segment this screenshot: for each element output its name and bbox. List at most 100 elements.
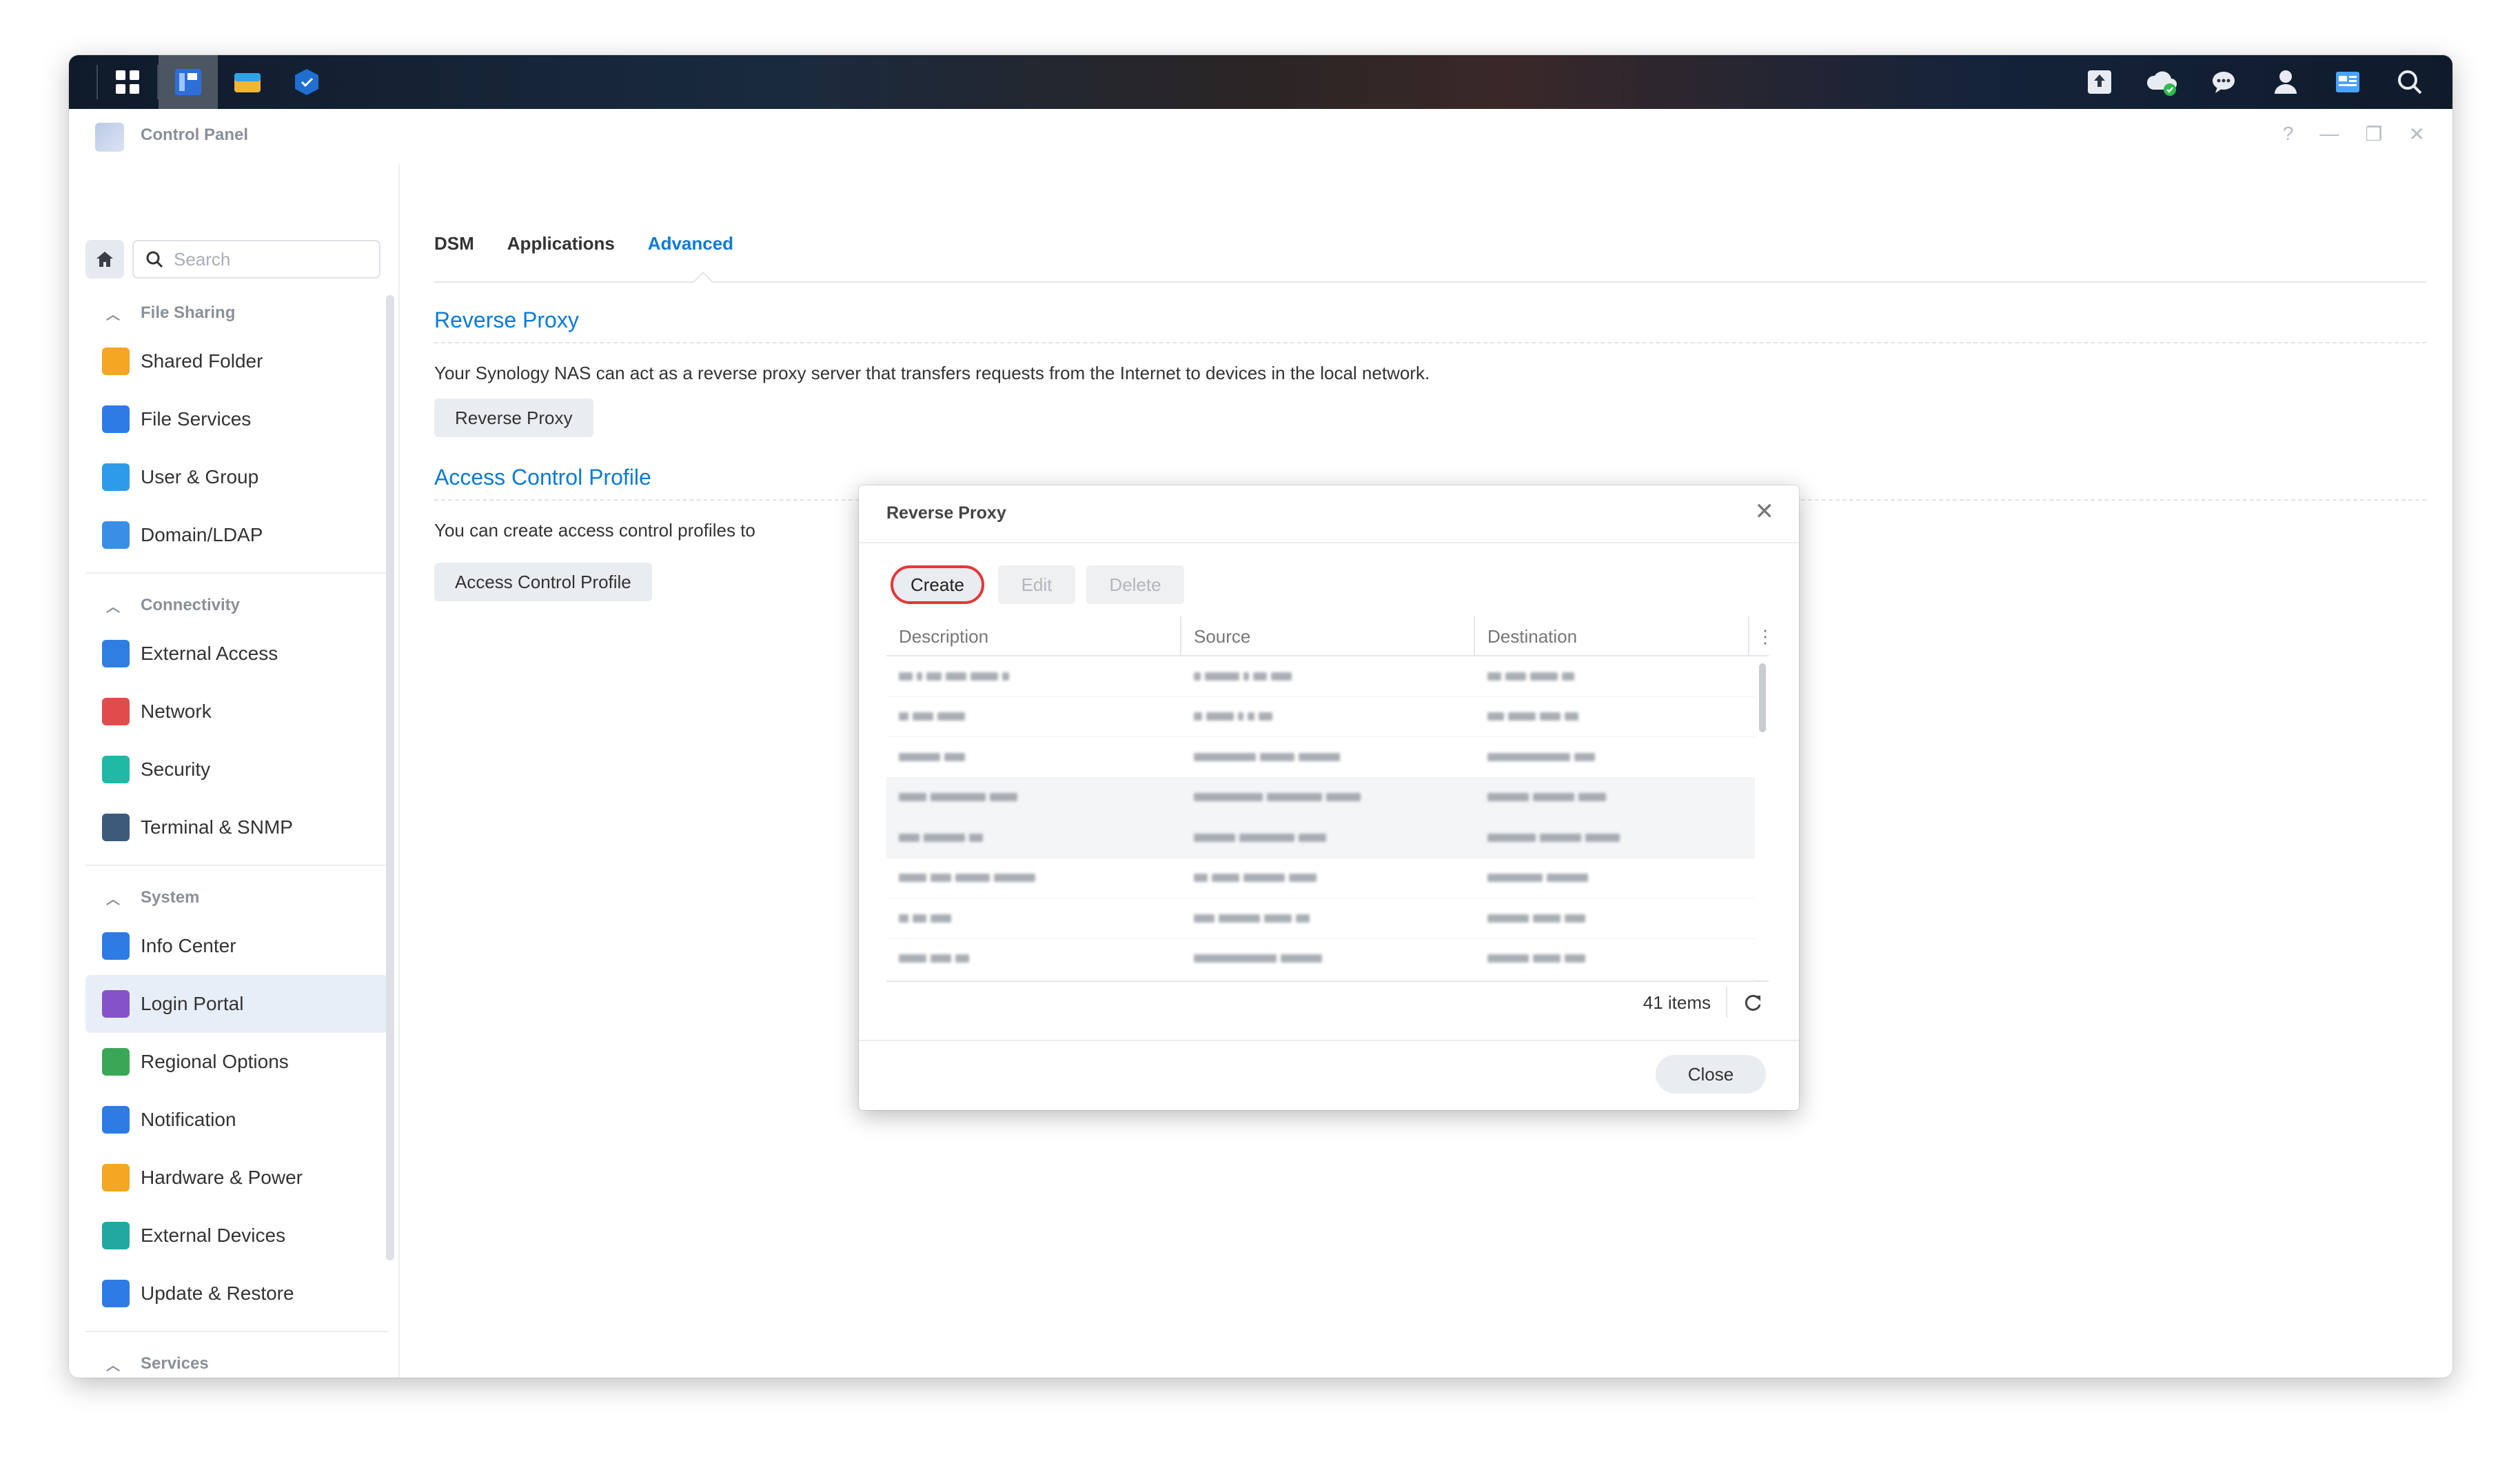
minimize-icon[interactable]: —	[2319, 123, 2339, 145]
table-row[interactable]	[886, 656, 1755, 697]
column-options-icon[interactable]: ⋮	[1748, 616, 1774, 656]
sidebar-section-header[interactable]: ︿ System	[85, 878, 389, 917]
home-button[interactable]	[85, 240, 124, 279]
table-cell-redacted	[1181, 672, 1475, 681]
table-cell-redacted	[1475, 672, 1748, 681]
sidebar-item-security[interactable]: Security	[85, 741, 389, 798]
delete-button[interactable]: Delete	[1086, 565, 1184, 604]
table-row[interactable]	[886, 818, 1755, 858]
dialog-close-icon[interactable]: ✕	[1755, 498, 1775, 525]
table-footer-divider	[886, 980, 1769, 982]
redacted-text	[899, 752, 940, 761]
sidebar-item-notification[interactable]: Notification	[85, 1091, 389, 1149]
redacted-text	[937, 712, 965, 721]
window-titlebar[interactable]: Control Panel ? — ❐ ✕	[69, 109, 2452, 164]
redacted-text	[946, 672, 966, 681]
sidebar-search[interactable]	[132, 240, 380, 279]
redacted-text	[1205, 672, 1239, 681]
control-panel-logo-icon	[95, 123, 124, 152]
table-row[interactable]	[886, 697, 1755, 737]
table-row[interactable]	[886, 858, 1755, 898]
sidebar-item-shared-folder[interactable]: Shared Folder	[85, 332, 389, 390]
restore-icon[interactable]: ❐	[2365, 123, 2382, 145]
taskbar-control-panel[interactable]	[159, 55, 218, 109]
regional-icon	[102, 1048, 130, 1076]
sidebar-section-header[interactable]: ︿ Services	[85, 1345, 389, 1378]
sidebar-item-label: Info Center	[141, 935, 236, 956]
sidebar-item-hardware-power[interactable]: Hardware & Power	[85, 1149, 389, 1207]
search-icon	[146, 251, 163, 268]
sidebar-item-external-devices[interactable]: External Devices	[85, 1207, 389, 1265]
sidebar-item-network[interactable]: Network	[85, 683, 389, 741]
sidebar-item-label: File Services	[141, 408, 252, 430]
table-cell-redacted	[886, 954, 1181, 963]
redacted-text	[1281, 954, 1322, 963]
close-window-icon[interactable]: ✕	[2409, 123, 2425, 145]
chevron-up-icon: ︿	[106, 1358, 120, 1374]
redacted-text	[1565, 954, 1585, 963]
sidebar-item-regional-options[interactable]: Regional Options	[85, 1033, 389, 1091]
search-icon[interactable]	[2388, 60, 2432, 104]
redacted-text	[1194, 914, 1215, 923]
search-input[interactable]	[174, 248, 367, 270]
create-button[interactable]: Create	[891, 565, 984, 604]
sidebar-divider	[85, 572, 389, 574]
table-cell-redacted	[886, 793, 1181, 802]
table-row[interactable]	[886, 898, 1755, 939]
taskbar-security-advisor[interactable]	[277, 55, 336, 109]
main-menu-button[interactable]	[98, 55, 157, 109]
table-cell-redacted	[1181, 712, 1475, 721]
dialog-header-divider	[859, 542, 1799, 543]
sidebar-item-domain-ldap[interactable]: Domain/LDAP	[85, 506, 389, 564]
domain-icon	[102, 521, 130, 549]
widgets-icon[interactable]	[2326, 60, 2370, 104]
sidebar-item-login-portal[interactable]: Login Portal	[85, 975, 389, 1033]
sidebar-item-label: User & Group	[141, 466, 259, 487]
shield-icon	[102, 756, 130, 783]
cloud-sync-icon[interactable]	[2140, 60, 2184, 104]
sidebar-item-external-access[interactable]: External Access	[85, 625, 389, 683]
upload-icon[interactable]	[2077, 60, 2122, 104]
sidebar-item-terminal-snmp[interactable]: Terminal & SNMP	[85, 798, 389, 856]
table-cell-redacted	[1475, 712, 1748, 721]
user-icon[interactable]	[2264, 60, 2308, 104]
edit-button[interactable]: Edit	[998, 565, 1075, 604]
redacted-text	[1562, 672, 1574, 681]
tab-dsm[interactable]: DSM	[434, 233, 474, 254]
access-control-profile-button[interactable]: Access Control Profile	[434, 563, 652, 601]
chevron-up-icon: ︿	[106, 599, 120, 615]
column-header-destination[interactable]: Destination	[1475, 616, 1748, 656]
tab-bar: DSM Applications Advanced	[434, 233, 733, 254]
refresh-icon[interactable]	[1742, 992, 1763, 1013]
chat-icon[interactable]	[2202, 60, 2246, 104]
redacted-text	[1194, 712, 1202, 721]
sidebar-scrollbar[interactable]	[386, 295, 394, 1260]
column-header-description[interactable]: Description	[886, 616, 1181, 656]
redacted-text	[1578, 793, 1606, 802]
sidebar-item-info-center[interactable]: Info Center	[85, 917, 389, 975]
sidebar-item-update-restore[interactable]: Update & Restore	[85, 1265, 389, 1322]
reverse-proxy-dialog: Reverse Proxy ✕ Create Edit Delete Descr…	[859, 485, 1799, 1110]
table-row[interactable]	[886, 777, 1755, 818]
table-row[interactable]	[886, 939, 1755, 979]
tab-applications[interactable]: Applications	[507, 233, 615, 254]
column-header-source[interactable]: Source	[1181, 616, 1475, 656]
reverse-proxy-section-title: Reverse Proxy	[434, 308, 579, 332]
sidebar-item-user-group[interactable]: User & Group	[85, 448, 389, 506]
tab-advanced[interactable]: Advanced	[648, 233, 733, 254]
dialog-footer-divider	[859, 1040, 1799, 1041]
sidebar-section-header[interactable]: ︿ File Sharing	[85, 294, 389, 332]
sidebar-section-header[interactable]: ︿ Connectivity	[85, 586, 389, 625]
reverse-proxy-button[interactable]: Reverse Proxy	[434, 399, 593, 437]
help-icon[interactable]: ?	[2283, 123, 2294, 145]
taskbar-file-station[interactable]	[218, 55, 277, 109]
table-row[interactable]	[886, 737, 1755, 778]
redacted-text	[926, 672, 942, 681]
sidebar-item-file-services[interactable]: File Services	[85, 390, 389, 448]
redacted-text	[1248, 712, 1254, 721]
redacted-text	[955, 874, 990, 883]
redacted-text	[1243, 874, 1285, 883]
table-scrollbar[interactable]	[1759, 663, 1766, 732]
close-button[interactable]: Close	[1656, 1055, 1766, 1094]
redacted-text	[944, 752, 965, 761]
